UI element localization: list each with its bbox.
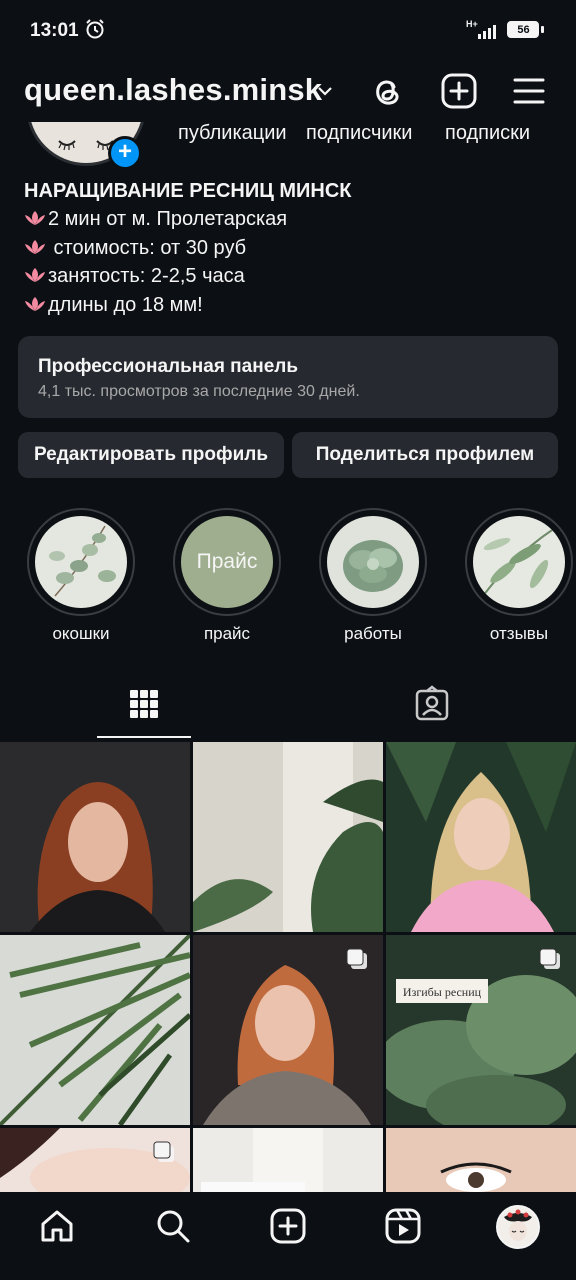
post-thumbnail[interactable] xyxy=(193,1128,383,1192)
post-caption: Изгибы ресниц xyxy=(403,985,482,999)
edit-profile-button[interactable]: Редактировать профиль xyxy=(18,432,284,478)
bio-line-text: занятость: 2-2,5 часа xyxy=(48,265,245,287)
network-type: H+ xyxy=(466,19,478,29)
leaves-thumbnail xyxy=(473,516,565,608)
carousel-icon xyxy=(153,1141,174,1162)
price-thumbnail: Прайс xyxy=(181,516,273,608)
home-icon[interactable] xyxy=(39,1208,75,1244)
bio-title: НАРАЩИВАНИЕ РЕСНИЦ МИНСК xyxy=(24,180,352,202)
create-icon[interactable] xyxy=(270,1208,306,1244)
highlight-label: прайс xyxy=(203,624,251,643)
highlight-works[interactable]: работы xyxy=(318,508,428,644)
post-thumbnail[interactable] xyxy=(193,742,383,932)
share-profile-button[interactable]: Поделиться профилем xyxy=(292,432,558,478)
carousel-icon xyxy=(539,948,560,969)
post-thumbnail[interactable] xyxy=(193,935,383,1125)
status-bar: 13:01 H+ 56 xyxy=(0,0,576,62)
lotus-emoji-icon xyxy=(25,211,45,225)
bio-line: стоимость: от 30 руб xyxy=(24,237,246,260)
highlight-label: отзывы xyxy=(489,624,549,643)
battery-level: 56 xyxy=(517,24,530,36)
panel-subtitle: 4,1 тыс. просмотров за последние 30 дней… xyxy=(38,383,360,400)
post-thumbnail[interactable] xyxy=(0,742,190,932)
selected-tab-indicator xyxy=(97,736,191,738)
add-story-button[interactable]: + xyxy=(108,136,142,170)
search-icon[interactable] xyxy=(155,1208,191,1244)
reels-icon[interactable] xyxy=(385,1208,421,1244)
tagged-person-icon[interactable] xyxy=(412,684,452,724)
account-switcher[interactable]: queen.lashes.minsk xyxy=(24,72,322,108)
succulent-thumbnail xyxy=(327,516,419,608)
profile-avatar[interactable] xyxy=(496,1205,540,1249)
grid-icon[interactable] xyxy=(124,684,164,724)
bio-line-text: 2 мин от м. Пролетарская xyxy=(48,208,288,230)
lotus-emoji-icon xyxy=(25,240,45,254)
post-thumbnail[interactable] xyxy=(386,1128,576,1192)
lotus-emoji-icon xyxy=(25,297,45,311)
posts-label[interactable]: публикации xyxy=(178,122,287,146)
post-thumbnail[interactable] xyxy=(0,935,190,1125)
battery-icon: 56 xyxy=(507,21,544,38)
highlight-reviews[interactable]: отзывы xyxy=(464,508,574,644)
signal-icon xyxy=(478,25,496,39)
bio-line-text: длины до 18 мм! xyxy=(48,294,203,316)
post-thumbnail[interactable] xyxy=(0,1128,190,1192)
post-thumbnail[interactable] xyxy=(386,742,576,932)
following-label[interactable]: подписки xyxy=(445,122,530,146)
followers-label[interactable]: подписчики xyxy=(306,122,412,146)
bio-line: длины до 18 мм! xyxy=(24,294,203,317)
highlight-okoshki[interactable]: окошки xyxy=(26,508,136,644)
status-time: 13:01 xyxy=(30,20,79,41)
price-thumbnail-text: Прайс xyxy=(196,550,258,573)
professional-dashboard[interactable]: Профессиональная панель 4,1 тыс. просмот… xyxy=(18,336,558,418)
bio-line-text: стоимость: от 30 руб xyxy=(48,237,247,259)
bio-line: 2 мин от м. Пролетарская xyxy=(24,208,287,231)
post-thumbnail[interactable]: Изгибы ресниц xyxy=(386,935,576,1125)
bio-line: занятость: 2-2,5 часа xyxy=(24,265,245,288)
panel-title: Профессиональная панель xyxy=(38,356,299,377)
chevron-down-icon[interactable] xyxy=(316,82,334,100)
carousel-icon xyxy=(346,948,367,969)
menu-icon[interactable] xyxy=(510,72,548,110)
highlight-label: работы xyxy=(344,624,402,643)
create-post-icon[interactable] xyxy=(440,72,478,110)
threads-icon[interactable] xyxy=(368,72,406,110)
highlight-price[interactable]: Прайс прайс xyxy=(172,508,282,644)
alarm-icon xyxy=(86,19,104,39)
lotus-emoji-icon xyxy=(25,268,45,282)
highlight-label: окошки xyxy=(52,624,110,643)
eucalyptus-thumbnail xyxy=(35,516,127,608)
